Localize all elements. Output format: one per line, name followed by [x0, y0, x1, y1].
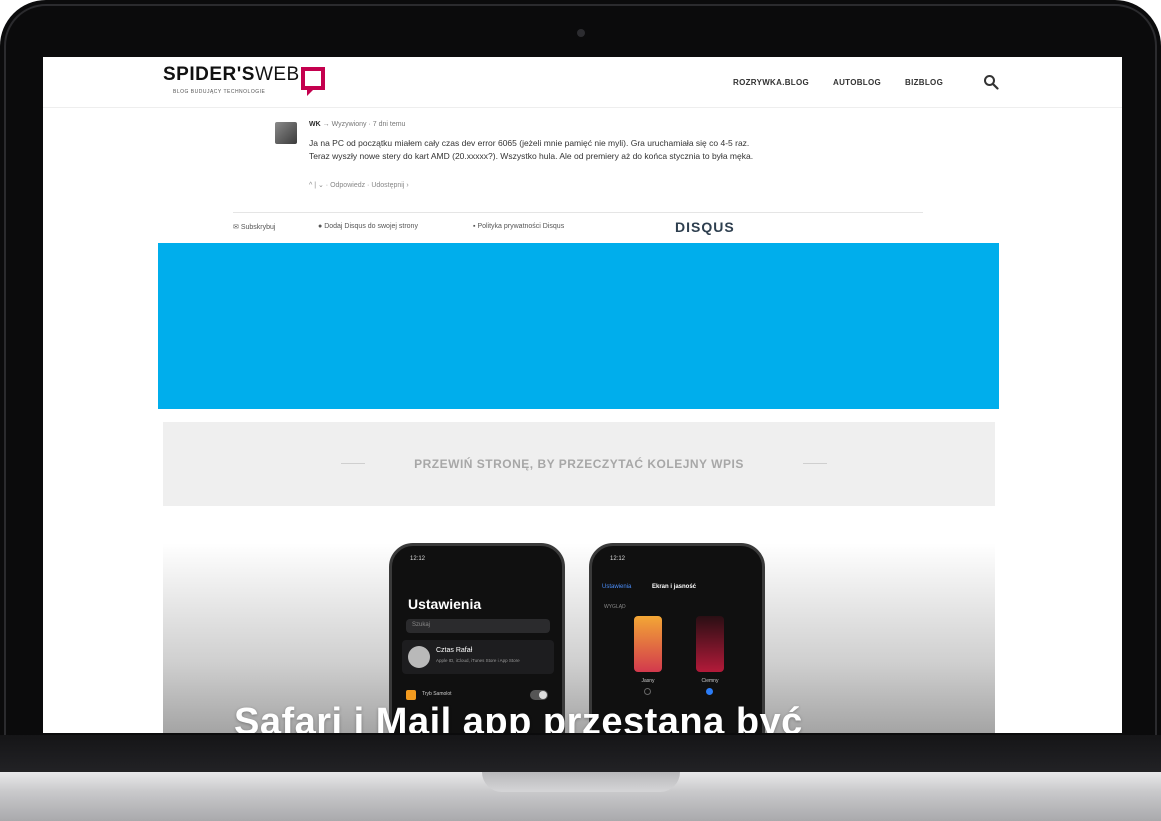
- phone-search-field: Szukaj: [406, 619, 550, 633]
- phone2-light-radio: [644, 688, 651, 695]
- site-header: SPIDER'SWEB BLOG BUDUJĄCY TECHNOLOGIE RO…: [43, 57, 1122, 108]
- logo-wordmark: SPIDER'SWEB: [163, 64, 300, 85]
- phone-search-placeholder: Szukaj: [412, 622, 431, 628]
- laptop-chin: [0, 735, 1161, 775]
- phone2-dark-preview: [696, 616, 724, 672]
- disqus-subscribe[interactable]: ✉ Subskrybuj: [233, 223, 275, 231]
- phone2-section: WYGLĄD: [604, 604, 626, 610]
- nav-link-autoblog[interactable]: AUTOBLOG: [833, 78, 881, 87]
- comment-actions[interactable]: ^ | ⌄ · Odpowiedz · Udostępnij ›: [309, 181, 409, 189]
- phone2-light-label: Jasny: [641, 678, 655, 684]
- phone-toggle: [530, 690, 548, 700]
- laptop-notch: [482, 772, 680, 792]
- phone-user-avatar: [408, 646, 430, 668]
- disqus-privacy[interactable]: ▪ Polityka prywatności Disqus: [473, 223, 564, 230]
- browser-screen: SPIDER'SWEB BLOG BUDUJĄCY TECHNOLOGIE RO…: [43, 57, 1122, 733]
- disqus-add-label: Dodaj Disqus do swojej strony: [324, 223, 418, 230]
- phone-setting-label: Tryb Samolot: [422, 691, 452, 697]
- comment-author[interactable]: WK: [309, 121, 321, 128]
- phone2-back: Ustawienia: [602, 584, 632, 590]
- comment-body: Ja na PC od początku miałem cały czas de…: [309, 138, 754, 161]
- disqus-footer: ✉ Subskrybuj ● Dodaj Disqus do swojej st…: [233, 212, 923, 243]
- comment-time[interactable]: · 7 dni temu: [368, 121, 405, 128]
- camera-icon: [577, 29, 585, 37]
- disqus-subscribe-label: Subskrybuj: [240, 224, 276, 231]
- ad-banner[interactable]: [158, 243, 999, 409]
- phone-settings-title: Ustawienia: [408, 596, 482, 612]
- phone2-dark-radio: [706, 688, 713, 695]
- phone2-dark-label: Ciemny: [701, 678, 719, 684]
- disqus-privacy-label: Polityka prywatności Disqus: [477, 223, 565, 230]
- disqus-logo[interactable]: DISQUS: [675, 219, 735, 235]
- nav-link-bizblog[interactable]: BIZBLOG: [905, 78, 943, 87]
- scroll-banner: PRZEWIŃ STRONĘ, BY PRZECZYTAĆ KOLEJNY WP…: [163, 422, 995, 506]
- phone-user-sub: Apple ID, iCloud, iTunes Store i App Sto…: [436, 658, 520, 663]
- lock-icon: ▪: [473, 223, 476, 230]
- comment-avatar[interactable]: [275, 122, 297, 144]
- phone-time: 12:12: [410, 556, 426, 562]
- airplane-icon: [406, 690, 416, 700]
- phone2-title: Ekran i jasność: [652, 584, 697, 590]
- disqus-d-icon: ●: [318, 223, 323, 230]
- comment-reply-to[interactable]: → Wyzywiony: [323, 121, 367, 128]
- phone-user-row: Cztas Rafał Apple ID, iCloud, iTunes Sto…: [402, 640, 554, 674]
- site-logo[interactable]: SPIDER'SWEB BLOG BUDUJĄCY TECHNOLOGIE: [163, 64, 325, 104]
- article-headline[interactable]: Safari i Mail app przestaną być: [234, 701, 803, 733]
- scroll-divider-right: [803, 463, 827, 464]
- phone2-time: 12:12: [610, 556, 626, 562]
- logo-tagline: BLOG BUDUJĄCY TECHNOLOGIE: [173, 89, 266, 95]
- scroll-banner-text: PRZEWIŃ STRONĘ, BY PRZECZYTAĆ KOLEJNY WP…: [414, 457, 744, 471]
- logo-speech-bubble-icon: [301, 67, 325, 96]
- envelope-icon: ✉: [233, 224, 239, 231]
- disqus-add[interactable]: ● Dodaj Disqus do swojej strony: [318, 223, 418, 230]
- phone2-light-preview: [634, 616, 662, 672]
- comment-meta: WK → Wyzywiony · 7 dni temu: [309, 121, 405, 128]
- phone-user-name: Cztas Rafał: [436, 647, 473, 654]
- search-icon[interactable]: [983, 74, 999, 90]
- nav-link-rozrywka[interactable]: ROZRYWKA.BLOG: [733, 78, 809, 87]
